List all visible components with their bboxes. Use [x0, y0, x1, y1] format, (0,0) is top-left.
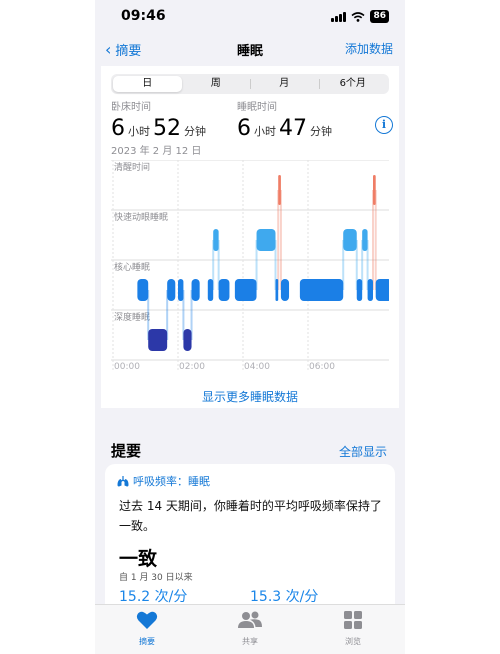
show-all-link[interactable]: 全部显示	[339, 443, 387, 460]
core-stage-bar	[178, 279, 184, 301]
phone-screen: 09:46 86 ‹ 摘要 睡眠 添加数据 日 周 月 6个月 卧床时间 6 小…	[95, 0, 405, 654]
tab-summary-label: 摘要	[139, 637, 155, 646]
sleep-panel: 日 周 月 6个月 卧床时间 6 小时 52 分钟 睡眠时间 6 小时 47 分钟 2023…	[101, 66, 399, 408]
x-tick-label: 00:00	[114, 362, 140, 372]
in-bed-minutes-unit: 分钟	[184, 125, 206, 138]
deep-stage-bar	[148, 329, 168, 351]
asleep-label: 睡眠时间	[237, 102, 277, 113]
highlight-category: 呼吸频率：睡眠	[117, 473, 210, 489]
stage-label: 深度睡眠	[114, 311, 150, 323]
in-bed-stat: 卧床时间 6 小时 52 分钟	[111, 98, 209, 141]
asleep-stat: 睡眠时间 6 小时 47 分钟	[237, 98, 335, 141]
in-bed-hours-unit: 小时	[128, 125, 150, 138]
period-segmented-control: 日 周 月 6个月	[111, 74, 389, 94]
x-tick-label: 04:00	[244, 362, 270, 372]
show-more-sleep-data-link[interactable]: 显示更多睡眠数据	[101, 388, 399, 405]
segment-week[interactable]: 周	[182, 76, 251, 92]
in-bed-label: 卧床时间	[111, 102, 151, 113]
core-stage-bar	[367, 279, 373, 301]
core-stage-bar	[191, 279, 200, 301]
lungs-icon	[117, 475, 129, 486]
rem-stage-bar	[362, 229, 368, 251]
signal-icon	[331, 11, 347, 22]
wifi-icon	[351, 11, 365, 22]
highlight-category-label: 呼吸频率：睡眠	[133, 475, 210, 488]
asleep-minutes-unit: 分钟	[310, 125, 332, 138]
highlight-card[interactable]: 呼吸频率：睡眠 过去 14 天期间，你睡着时的平均呼吸频率保持了一致。 一致 自…	[105, 464, 395, 614]
stage-label: 快速动眼睡眠	[114, 211, 168, 223]
tab-sharing-label: 共享	[242, 637, 258, 646]
asleep-hours-unit: 小时	[254, 125, 276, 138]
core-stage-bar	[275, 279, 279, 301]
rem-stage-bar	[213, 229, 219, 251]
highlight-headline: 一致	[119, 548, 158, 570]
tab-sharing[interactable]: 共享	[220, 610, 280, 647]
awake-stage-bar	[373, 175, 376, 205]
status-bar: 09:46 86	[95, 0, 405, 34]
core-stage-bar	[299, 279, 344, 301]
status-icons: 86	[331, 10, 389, 23]
deep-stage-bar	[183, 329, 192, 351]
highlight-value-left: 15.2 次/分	[119, 589, 188, 605]
core-stage-bar	[280, 279, 290, 301]
x-tick-label: 02:00	[179, 362, 205, 372]
stage-label: 核心睡眠	[114, 261, 150, 273]
info-icon[interactable]: i	[375, 116, 393, 134]
x-tick-label: 06:00	[309, 362, 335, 372]
stage-label: 清醒时间	[114, 161, 150, 173]
core-stage-bar	[356, 279, 363, 301]
highlights-heading: 提要	[111, 442, 142, 460]
battery-icon: 86	[370, 10, 389, 23]
tab-browse-label: 浏览	[345, 637, 361, 646]
add-data-button[interactable]: 添加数据	[345, 40, 393, 57]
nav-bar: ‹ 摘要 睡眠 添加数据	[95, 34, 405, 64]
core-stage-bar	[234, 279, 257, 301]
status-time: 09:46	[121, 8, 166, 24]
sleep-stage-chart: 清醒时间快速动眼睡眠核心睡眠深度睡眠 00:00 02:00 04:00 06:00	[111, 160, 389, 372]
core-stage-bar	[207, 279, 214, 301]
segment-month[interactable]: 月	[250, 76, 319, 92]
people-icon	[238, 611, 262, 628]
segment-six-months[interactable]: 6个月	[318, 76, 388, 92]
highlight-value-right: 15.3 次/分	[250, 589, 319, 605]
grid-icon	[344, 611, 362, 629]
highlight-since: 自 1 月 30 日以来	[119, 573, 193, 583]
asleep-minutes: 47	[279, 116, 307, 141]
rem-stage-bar	[343, 229, 357, 251]
sleep-date: 2023 年 2 月 12 日	[111, 146, 202, 157]
tab-summary[interactable]: 摘要	[117, 610, 177, 647]
awake-stage-bar	[278, 175, 281, 205]
tab-bar: 摘要 共享 浏览	[95, 604, 405, 654]
sleep-stats: 卧床时间 6 小时 52 分钟 睡眠时间 6 小时 47 分钟 2023 年 2 月 12 …	[111, 98, 395, 158]
core-stage-bar	[218, 279, 230, 301]
tab-browse[interactable]: 浏览	[323, 610, 383, 647]
in-bed-value: 6 小时 52 分钟	[111, 116, 209, 141]
asleep-value: 6 小时 47 分钟	[237, 116, 335, 141]
in-bed-hours: 6	[111, 116, 125, 141]
highlight-body: 过去 14 天期间，你睡着时的平均呼吸频率保持了一致。	[119, 499, 382, 533]
in-bed-minutes: 52	[153, 116, 181, 141]
core-stage-bar	[167, 279, 176, 301]
core-stage-bar	[137, 279, 149, 301]
segment-day[interactable]: 日	[113, 76, 182, 92]
core-stage-bar	[375, 279, 389, 301]
asleep-hours: 6	[237, 116, 251, 141]
heart-icon	[136, 611, 158, 629]
rem-stage-bar	[256, 229, 276, 251]
